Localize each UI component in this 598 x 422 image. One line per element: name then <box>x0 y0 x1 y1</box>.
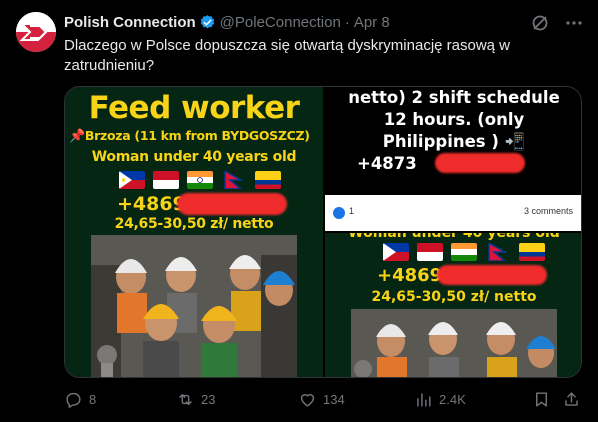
workers-photo <box>91 235 297 377</box>
job-ad-image-left[interactable]: Feed worker 📌Brzoza (11 km from BYDGOSZC… <box>65 87 323 377</box>
account-handle[interactable]: @PoleConnection <box>220 14 341 31</box>
mobile-phone-icon: 📲 <box>504 132 526 151</box>
views-icon <box>417 393 431 407</box>
reply-count: 8 <box>89 392 97 407</box>
facebook-reaction-bar: 1 3 comments <box>325 195 581 231</box>
india-flag-icon <box>451 243 477 261</box>
colombia-flag-icon <box>255 171 281 189</box>
avatar[interactable] <box>16 12 56 52</box>
tweet-text: Dlaczego w Polsce dopuszcza się otwartą … <box>64 37 511 74</box>
account-name[interactable]: Polish Connection <box>64 14 196 31</box>
like-count: 134 <box>323 392 345 407</box>
workers-photo-right <box>351 309 557 377</box>
ad-rate-right: 24,65-30,50 zł/ netto <box>371 289 537 305</box>
phone-redaction <box>177 193 287 215</box>
avatar-logo-icon <box>19 23 48 41</box>
bookmark-button[interactable] <box>532 390 551 409</box>
repost-icon <box>179 394 192 405</box>
heart-icon <box>300 394 315 407</box>
comment-line-1: netto) 2 shift schedule <box>348 88 560 107</box>
share-icon <box>565 392 578 406</box>
ad-requirement: Woman under 40 years old <box>91 149 297 165</box>
tweet-header: Polish Connection @PoleConnection · Apr … <box>64 12 390 32</box>
ad-requirement-cropped: Woman under 40 years old <box>348 233 560 241</box>
ad-rate: 24,65-30,50 zł/ netto <box>114 216 274 232</box>
colombia-flag-icon <box>519 243 545 261</box>
reply-button[interactable]: 8 <box>64 390 96 409</box>
nepal-flag-icon <box>485 243 511 261</box>
india-flag-icon <box>187 171 213 189</box>
job-ad-image-right[interactable]: Woman under 40 years old +4869 24,65-30,… <box>325 233 581 377</box>
verified-badge-icon <box>200 14 214 28</box>
more-options-icon[interactable] <box>564 13 584 33</box>
bookmark-icon <box>536 392 547 407</box>
reaction-count: 1 <box>349 206 355 216</box>
flag-row <box>119 171 281 189</box>
views-count: 2.4K <box>439 392 466 407</box>
tweet-date[interactable]: Apr 8 <box>354 14 390 31</box>
nepal-flag-icon <box>221 171 247 189</box>
top-icons <box>530 13 584 33</box>
ad-phone: +4869 <box>117 193 186 215</box>
action-bar: 8 23 134 2.4K <box>64 390 582 412</box>
comment-phone-redaction <box>435 153 525 173</box>
philippines-flag-icon <box>383 243 409 261</box>
separator-dot: · <box>344 13 350 31</box>
comment-line-3: Philippines ) 📲 <box>325 131 581 153</box>
ad-location-text: Brzoza (11 km from BYDGOSZCZ) <box>84 128 310 143</box>
grok-icon[interactable] <box>530 13 550 33</box>
comment-phone: +4873 <box>357 154 417 173</box>
views-button[interactable]: 2.4K <box>414 390 466 409</box>
like-button[interactable]: 134 <box>298 390 345 409</box>
phone-redaction-right <box>437 265 547 285</box>
flag-row-right <box>383 243 545 261</box>
pushpin-icon: 📌 <box>69 129 85 144</box>
ad-title: Feed worker <box>88 90 300 126</box>
philippines-flag-icon <box>119 171 145 189</box>
indonesia-flag-icon <box>417 243 443 261</box>
reply-icon <box>66 392 81 409</box>
repost-button[interactable]: 23 <box>176 390 215 409</box>
comment-count: 3 comments <box>523 206 573 216</box>
ad-phone-right: +4869 <box>377 265 443 286</box>
indonesia-flag-icon <box>153 171 179 189</box>
ad-location: 📌Brzoza (11 km from BYDGOSZCZ) <box>69 128 323 144</box>
like-reaction-icon <box>333 207 345 219</box>
comment-line-2: 12 hours. (only <box>383 110 525 129</box>
share-button[interactable] <box>562 390 581 409</box>
repost-count: 23 <box>201 392 216 407</box>
media-grid[interactable]: Feed worker 📌Brzoza (11 km from BYDGOSZC… <box>64 86 582 378</box>
comment-line-3-text: Philippines ) <box>382 132 499 151</box>
